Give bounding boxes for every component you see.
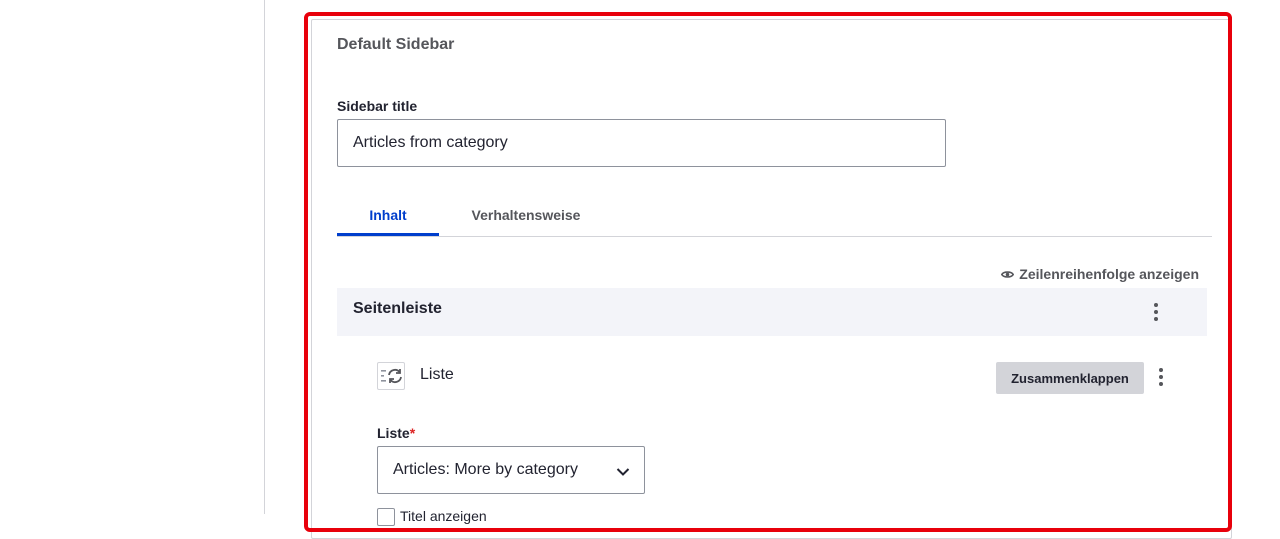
sidebar-title-label: Sidebar title xyxy=(337,98,418,114)
paragraph-type-label: Liste xyxy=(420,366,454,383)
list-select[interactable]: Articles: More by category xyxy=(377,446,645,494)
collapse-button[interactable]: Zusammenklappen xyxy=(996,362,1144,394)
chevron-down-icon xyxy=(616,464,630,482)
show-title-checkbox-label: Titel anzeigen xyxy=(400,508,487,524)
left-sidebar-column xyxy=(0,0,265,514)
tab-inhalt[interactable]: Inhalt xyxy=(337,198,439,236)
show-row-order-label: Zeilenreihenfolge anzeigen xyxy=(1019,266,1199,282)
list-select-value: Articles: More by category xyxy=(393,461,578,478)
required-marker: * xyxy=(409,425,416,441)
section-title: Seitenleiste xyxy=(353,300,442,317)
section-header: Seitenleiste xyxy=(337,288,1207,336)
list-field-label: Liste* xyxy=(377,425,415,441)
show-row-order-toggle[interactable]: Zeilenreihenfolge anzeigen xyxy=(1001,266,1199,282)
tab-verhaltensweise[interactable]: Verhaltensweise xyxy=(455,198,597,236)
list-reference-icon xyxy=(377,362,405,390)
kebab-menu-icon[interactable] xyxy=(1151,365,1171,389)
kebab-menu-icon[interactable] xyxy=(1146,300,1166,324)
eye-icon xyxy=(1001,266,1015,282)
show-title-checkbox[interactable] xyxy=(377,508,395,526)
card-title: Default Sidebar xyxy=(337,36,455,53)
tab-bar: Inhalt Verhaltensweise xyxy=(337,198,1212,237)
sidebar-title-input[interactable] xyxy=(337,119,946,167)
list-field-label-text: Liste xyxy=(377,425,410,441)
